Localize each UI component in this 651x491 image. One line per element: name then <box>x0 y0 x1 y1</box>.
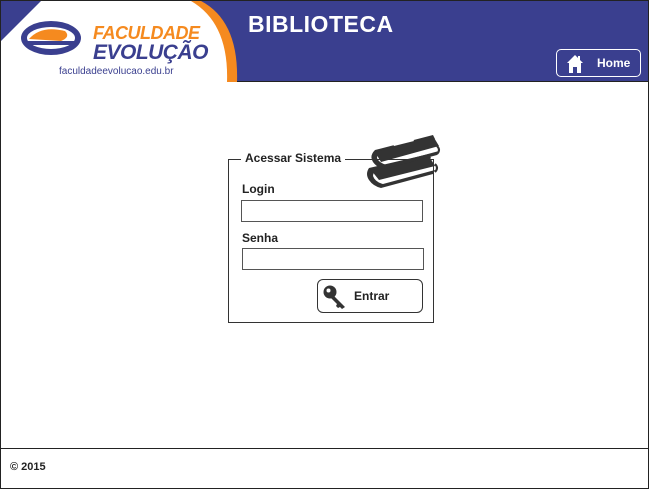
enter-button-label: Entrar <box>354 289 390 303</box>
login-label: Login <box>242 182 275 196</box>
key-icon <box>323 285 345 309</box>
password-input[interactable] <box>242 248 424 270</box>
page-frame: FACULDADE EVOLUÇÃO faculdadeevolucao.edu… <box>0 0 649 489</box>
logo-url: faculdadeevolucao.edu.br <box>59 66 174 77</box>
password-label: Senha <box>242 231 279 245</box>
footer-copyright: © 2015 <box>10 461 46 473</box>
home-button-label: Home <box>597 56 631 70</box>
enter-button[interactable]: Entrar <box>317 279 423 313</box>
login-input[interactable] <box>241 200 423 222</box>
page-title: BIBLIOTECA <box>248 11 394 37</box>
logo-text-line2: EVOLUÇÃO <box>93 41 209 64</box>
home-icon <box>567 55 583 73</box>
home-button[interactable]: Home <box>556 49 641 77</box>
footer: © 2015 <box>1 448 648 488</box>
books-icon <box>367 135 440 188</box>
login-panel-title: Acessar Sistema <box>241 151 346 165</box>
header: FACULDADE EVOLUÇÃO faculdadeevolucao.edu… <box>1 1 648 82</box>
logo: FACULDADE EVOLUÇÃO faculdadeevolucao.edu… <box>1 1 241 82</box>
